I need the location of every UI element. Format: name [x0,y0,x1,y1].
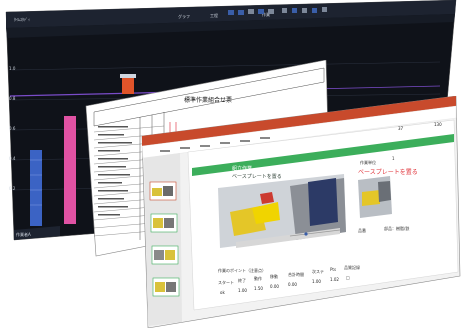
metric-label-5: 次ステ [312,268,324,274]
metric-value-3: 0.00 [270,284,279,289]
svg-text:1.0: 1.0 [9,66,16,71]
metric-value-5: 1.00 [312,279,321,284]
point-label: 作業のポイント（注意点） [218,267,266,273]
slide-number-left: 37 [398,126,404,131]
right-step-title: ベースプレートを置る [358,169,418,176]
metric-label-4: 合計時間 [288,271,304,277]
svg-text:0.4: 0.4 [9,156,16,161]
step-title: ベースプレートを置る [232,173,282,180]
metric-label-0: スタート [218,279,234,285]
metric-label-3: 移動 [270,273,278,279]
metric-label-1: 終了 [238,277,246,283]
slide-number-right: 130 [434,122,442,127]
svg-text:0.8: 0.8 [9,96,16,101]
tab-process: 工程 [210,12,218,18]
bottom-status-label: 作業者A [16,231,31,237]
unit-label: 作業単位 [360,159,376,165]
part-material: 部品：樹脂/鉄 [384,225,409,231]
metric-label-7: 品質記録 [344,264,360,270]
metric-value-0: ok [220,290,225,295]
slide-heading: 組立作業 [232,165,252,172]
slide-thumbnail-pane [144,153,182,326]
svg-text:0.2: 0.2 [9,186,16,191]
slide-thumbnail[interactable] [150,213,178,233]
metric-value-1: 1.00 [238,288,247,293]
presentation-window: 37 130 組立作業 ベースプレートを置る 作業単位 1 ベースプレートを置る… [140,96,461,328]
bar-series-pink [64,116,76,224]
metric-label-2: 動作 [254,275,262,281]
metric-value-4: 0.00 [288,282,297,287]
slide-thumbnail[interactable] [149,181,177,201]
slide-thumbnail[interactable] [151,245,179,265]
part-label: 品番 [358,227,366,233]
bar-series-blue [30,150,42,226]
metric-value-7: □ [346,275,350,280]
chart-app-title: ﾀｲﾑｽﾀﾃﾞｨ [14,16,30,22]
metric-label-6: Pts [330,267,336,272]
tab-graph: グラフ [178,13,190,19]
metric-value-6: 1.02 [330,277,339,282]
detail-photo [358,176,392,218]
slide-thumbnail[interactable] [152,277,180,297]
svg-text:0.6: 0.6 [9,126,16,131]
metric-value-2: 1.50 [254,286,263,291]
